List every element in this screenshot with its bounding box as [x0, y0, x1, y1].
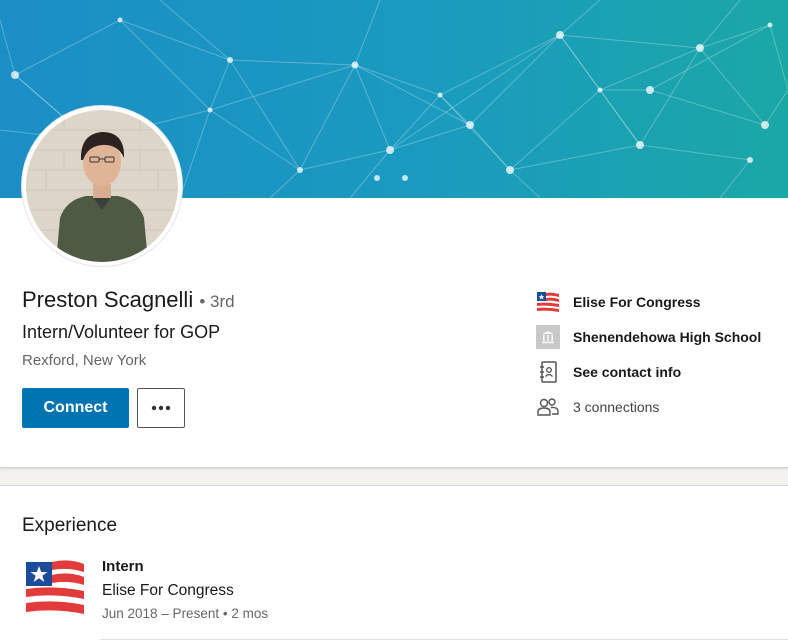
current-company-label: Elise For Congress: [573, 293, 701, 310]
connection-degree: • 3rd: [199, 292, 235, 311]
profile-top-card: Preston Scagnelli • 3rd Intern/Volunteer…: [0, 0, 788, 468]
flag-logo-icon: [536, 290, 560, 314]
experience-date-range: Jun 2018 – Present: [102, 606, 220, 621]
more-actions-button[interactable]: [137, 388, 185, 428]
connect-button[interactable]: Connect: [22, 388, 129, 428]
people-icon: [536, 395, 560, 419]
current-company-link[interactable]: Elise For Congress: [536, 284, 784, 319]
contact-info-link[interactable]: See contact info: [536, 354, 784, 389]
contact-info-label: See contact info: [573, 363, 682, 380]
profile-name: Preston Scagnelli • 3rd: [22, 287, 235, 313]
experience-section: Experience Intern Elise For Congress Jun…: [0, 485, 788, 642]
profile-photo-image: [26, 110, 178, 262]
more-dots-icon: [151, 405, 171, 411]
connections-label: 3 connections: [573, 398, 660, 415]
experience-title[interactable]: Intern: [102, 558, 144, 575]
experience-divider: [100, 639, 788, 640]
experience-section-title: Experience: [22, 515, 118, 536]
education-label: Shenendehowa High School: [573, 328, 762, 345]
connections-link[interactable]: 3 connections: [536, 389, 784, 424]
flag-logo-icon: [26, 560, 84, 614]
school-icon: [536, 324, 560, 349]
experience-dates: Jun 2018 – Present • 2 mos: [102, 606, 268, 621]
experience-company: Elise For Congress: [102, 582, 234, 599]
contact-book-icon: [536, 360, 560, 384]
profile-location: Rexford, New York: [22, 352, 147, 369]
company-logo[interactable]: [24, 558, 86, 622]
profile-side-list: Elise For Congress Shenendehowa High Sch…: [536, 284, 784, 424]
education-link[interactable]: Shenendehowa High School: [536, 319, 784, 354]
experience-duration: • 2 mos: [222, 606, 269, 621]
profile-name-text: Preston Scagnelli: [22, 287, 194, 312]
profile-photo[interactable]: [22, 106, 182, 266]
profile-headline: Intern/Volunteer for GOP: [22, 322, 221, 342]
